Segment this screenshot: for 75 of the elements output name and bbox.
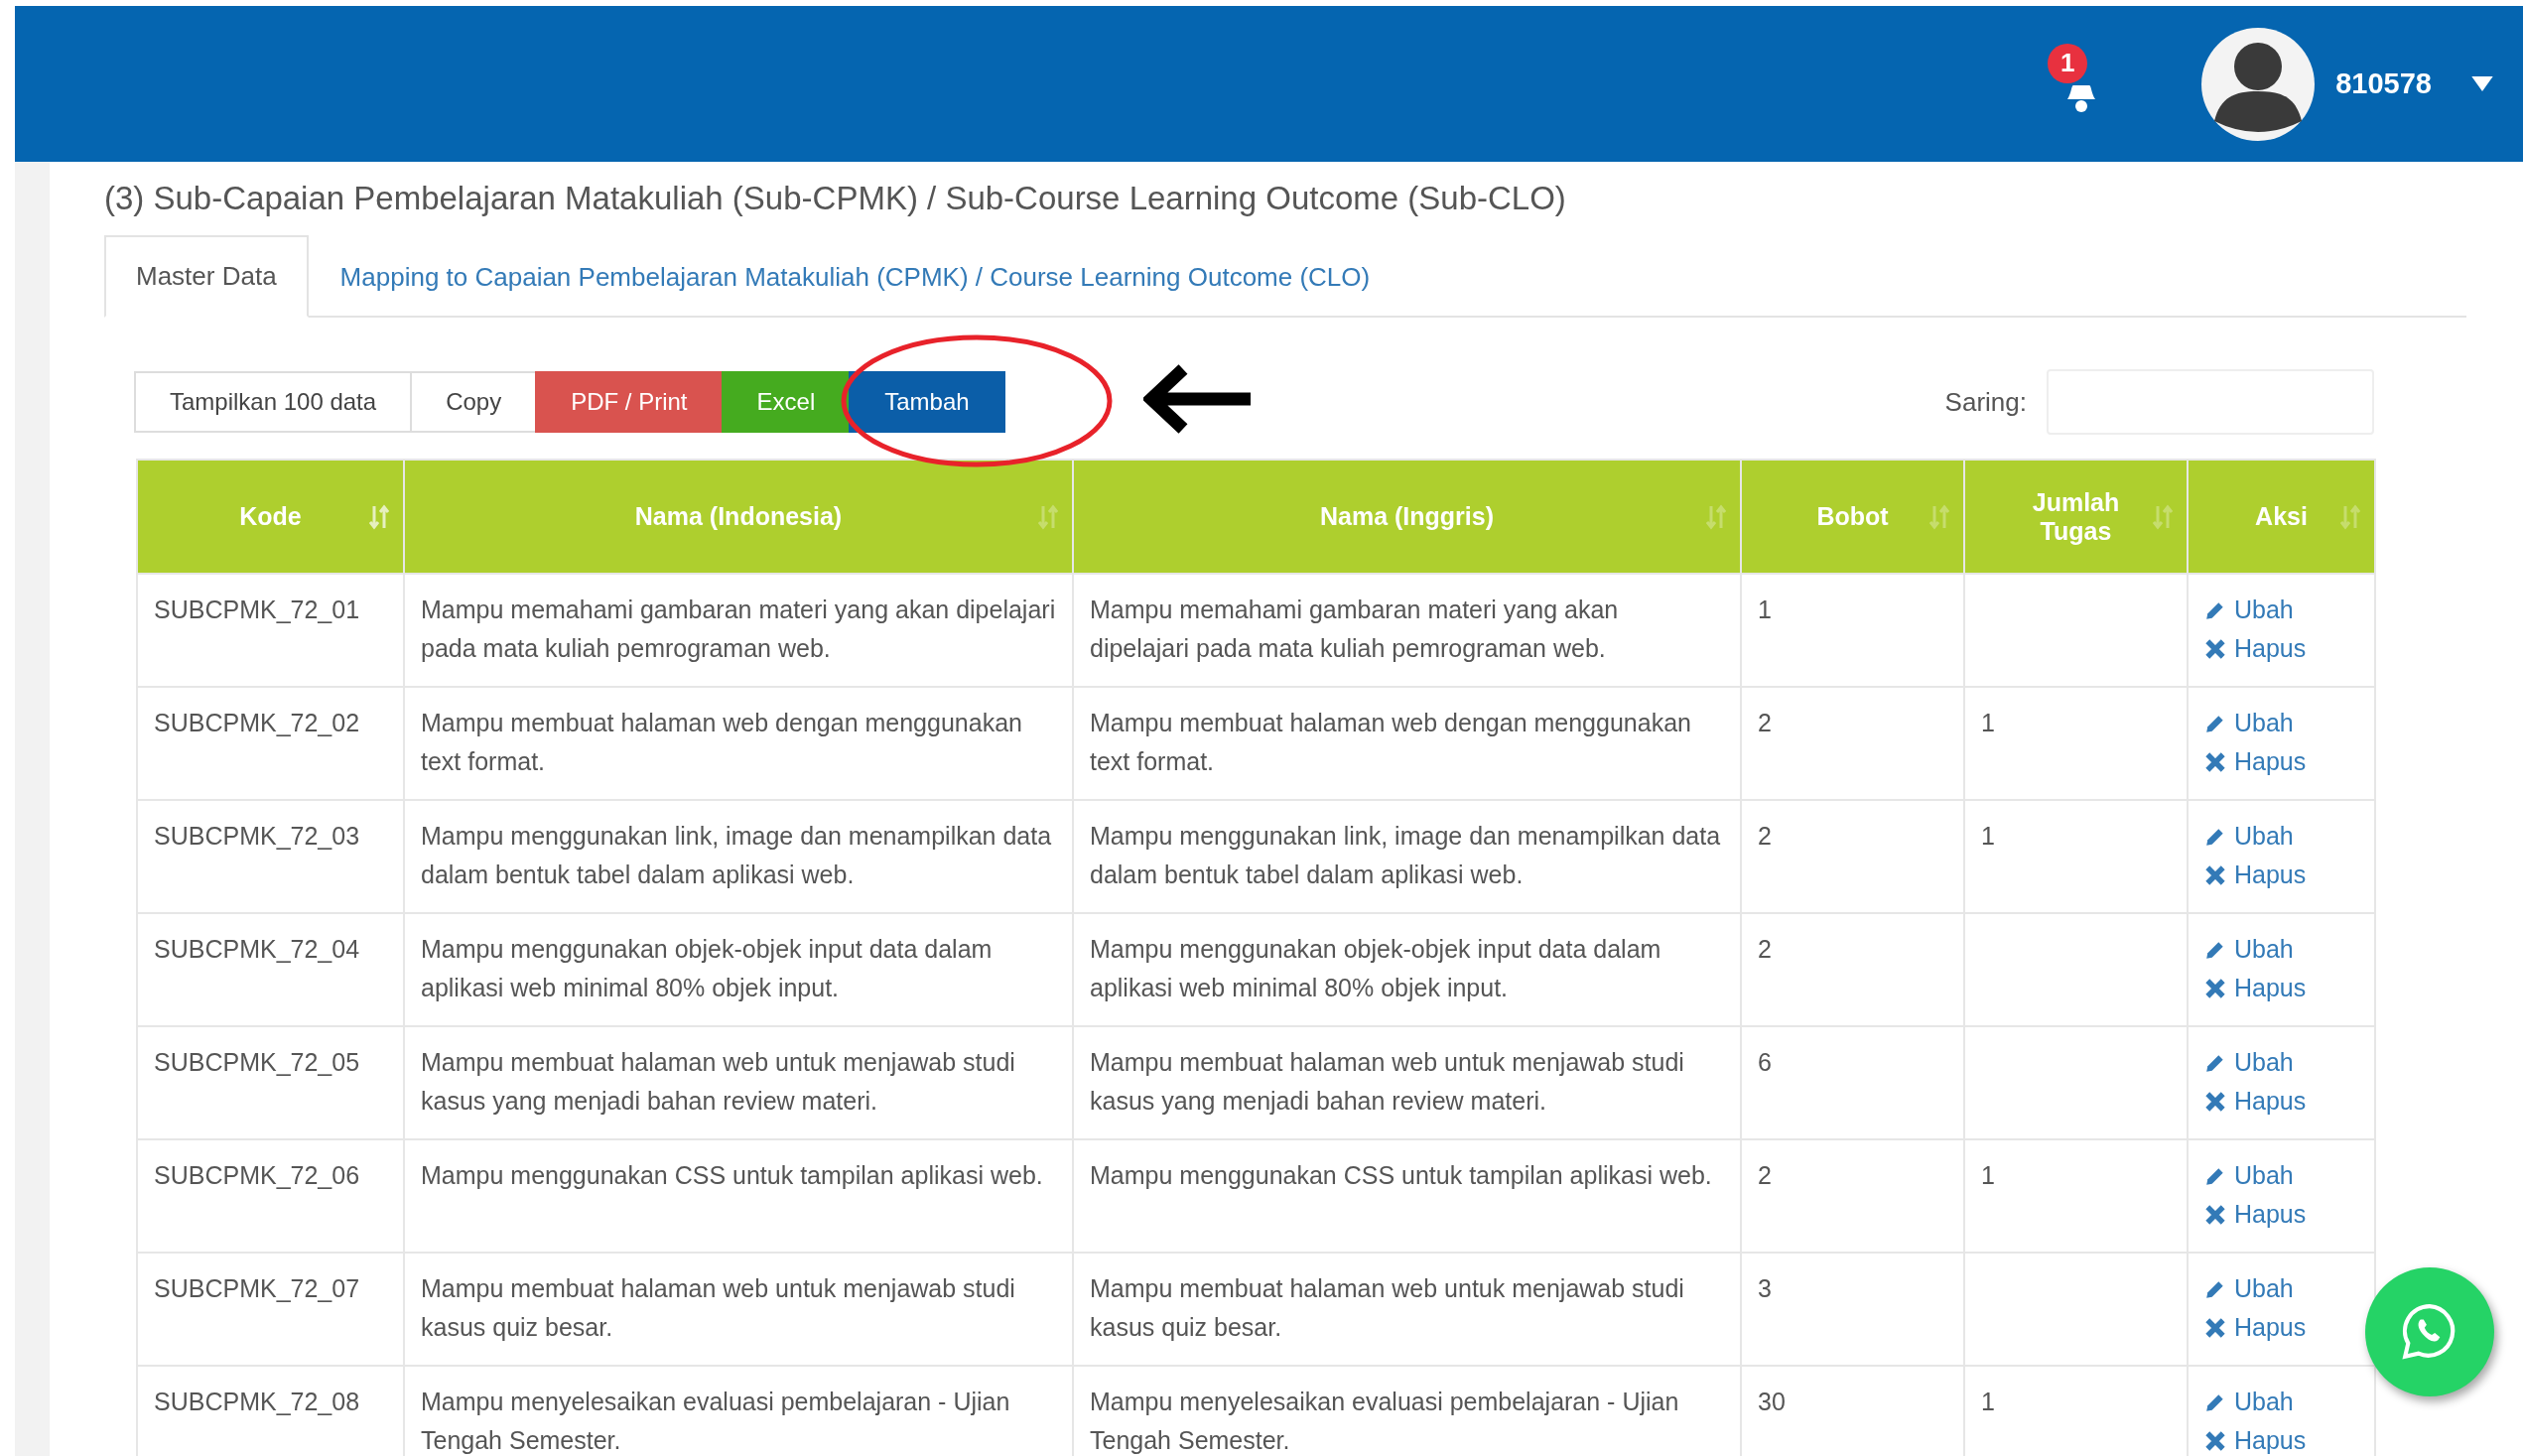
table-cell: 1 — [1741, 574, 1964, 687]
table-cell: Mampu membuat halaman web untuk menjawab studi kasus quiz besar. — [1073, 1253, 1741, 1366]
toolbar-button[interactable]: Tambah — [849, 371, 1005, 433]
close-icon — [2204, 637, 2226, 660]
table-cell: Mampu membuat halaman web untuk menjawab studi kasus yang menjadi bahan review materi. — [404, 1026, 1073, 1139]
table-cell: 1 — [1964, 1139, 2188, 1253]
table-cell: Mampu menggunakan CSS untuk tampilan aplikasi web. — [404, 1139, 1073, 1253]
edit-link[interactable]: Ubah — [2204, 1156, 2358, 1195]
table-cell: SUBCPMK_72_03 — [137, 800, 404, 913]
table-cell: Mampu menggunakan link, image dan menampilkan data dalam bentuk tabel dalam aplikasi web. — [404, 800, 1073, 913]
table-cell: Mampu membuat halaman web dengan menggunakan text format. — [404, 687, 1073, 800]
page-title: (3) Sub-Capaian Pembelajaran Matakuliah (Sub-CPMK) / Sub-Course Learning Outcome (Sub-CLO) — [104, 180, 1567, 217]
sort-icon[interactable] — [1929, 503, 1949, 530]
toolbar-button[interactable]: Tampilkan 100 data — [134, 371, 413, 433]
edit-link[interactable]: Ubah — [2204, 704, 2358, 742]
table-cell: SUBCPMK_72_08 — [137, 1366, 404, 1456]
sort-icon[interactable] — [1038, 503, 1058, 530]
edit-link[interactable]: Ubah — [2204, 591, 2358, 629]
close-icon — [2204, 1316, 2226, 1339]
close-icon — [2204, 977, 2226, 999]
notification-badge: 1 — [2048, 43, 2088, 83]
delete-link[interactable]: Hapus — [2204, 856, 2358, 894]
table-cell: 2 — [1741, 913, 1964, 1026]
sort-icon[interactable] — [2153, 503, 2173, 530]
table-cell: Mampu menggunakan link, image dan menampilkan data dalam bentuk tabel dalam aplikasi web. — [1073, 800, 1741, 913]
delete-link[interactable]: Hapus — [2204, 1195, 2358, 1234]
delete-link[interactable]: Hapus — [2204, 629, 2358, 668]
edit-link[interactable]: Ubah — [2204, 817, 2358, 856]
close-icon — [2204, 1203, 2226, 1226]
tab[interactable]: Mapping to Capaian Pembelajaran Matakuliah (CPMK) / Course Learning Outcome (CLO) — [308, 235, 1402, 318]
caret-icon[interactable] — [2471, 76, 2493, 91]
delete-link[interactable]: Hapus — [2204, 1421, 2358, 1456]
table-cell: Mampu memahami gambaran materi yang akan dipelajari pada mata kuliah pemrograman web. — [404, 574, 1073, 687]
table-cell: SUBCPMK_72_01 — [137, 574, 404, 687]
tab[interactable]: Master Data — [104, 235, 309, 318]
table-cell: Mampu menggunakan objek-objek input data dalam aplikasi web minimal 80% objek input. — [404, 913, 1073, 1026]
delete-link[interactable]: Hapus — [2204, 742, 2358, 781]
table-cell: SUBCPMK_72_07 — [137, 1253, 404, 1366]
delete-link[interactable]: Hapus — [2204, 1308, 2358, 1347]
table-cell: 6 — [1741, 1026, 1964, 1139]
table-cell: Mampu membuat halaman web untuk menjawab studi kasus yang menjadi bahan review materi. — [1073, 1026, 1741, 1139]
edit-link[interactable]: Ubah — [2204, 930, 2358, 969]
table-cell: 3 — [1741, 1253, 1964, 1366]
toolbar-button[interactable]: Copy — [410, 371, 538, 433]
table-cell: 2 — [1741, 800, 1964, 913]
table-cell: Mampu membuat halaman web dengan menggunakan text format. — [1073, 687, 1741, 800]
close-icon — [2204, 863, 2226, 886]
avatar-icon[interactable] — [2200, 26, 2317, 142]
table-cell: 1 — [1964, 687, 2188, 800]
sort-icon[interactable] — [2340, 503, 2360, 530]
sort-icon[interactable] — [1706, 503, 1726, 530]
toolbar-button[interactable]: PDF / Print — [535, 371, 724, 433]
filter-label: Saring: — [1944, 386, 2027, 418]
sort-icon[interactable] — [369, 503, 389, 530]
table-cell: SUBCPMK_72_04 — [137, 913, 404, 1026]
table-cell: Mampu membuat halaman web untuk menjawab studi kasus quiz besar. — [404, 1253, 1073, 1366]
table-cell: 1 — [1964, 800, 2188, 913]
delete-link[interactable]: Hapus — [2204, 969, 2358, 1007]
edit-link[interactable]: Ubah — [2204, 1383, 2358, 1421]
table-cell: Mampu memahami gambaran materi yang akan dipelajari pada mata kuliah pemrograman web. — [1073, 574, 1741, 687]
username[interactable]: 810578 — [2335, 67, 2432, 100]
edit-link[interactable]: Ubah — [2204, 1269, 2358, 1308]
table-cell: SUBCPMK_72_02 — [137, 687, 404, 800]
edit-link[interactable]: Ubah — [2204, 1043, 2358, 1082]
table-cell: SUBCPMK_72_06 — [137, 1139, 404, 1253]
toolbar-button[interactable]: Excel — [721, 371, 852, 433]
close-icon — [2204, 1429, 2226, 1452]
delete-link[interactable]: Hapus — [2204, 1082, 2358, 1121]
table-cell: 2 — [1741, 1139, 1964, 1253]
table-cell: 2 — [1741, 687, 1964, 800]
table-cell: SUBCPMK_72_05 — [137, 1026, 404, 1139]
table-cell: Mampu menggunakan CSS untuk tampilan aplikasi web. — [1073, 1139, 1741, 1253]
close-icon — [2204, 1090, 2226, 1113]
table-cell: Mampu menggunakan objek-objek input data dalam aplikasi web minimal 80% objek input. — [1073, 913, 1741, 1026]
close-icon — [2204, 750, 2226, 773]
